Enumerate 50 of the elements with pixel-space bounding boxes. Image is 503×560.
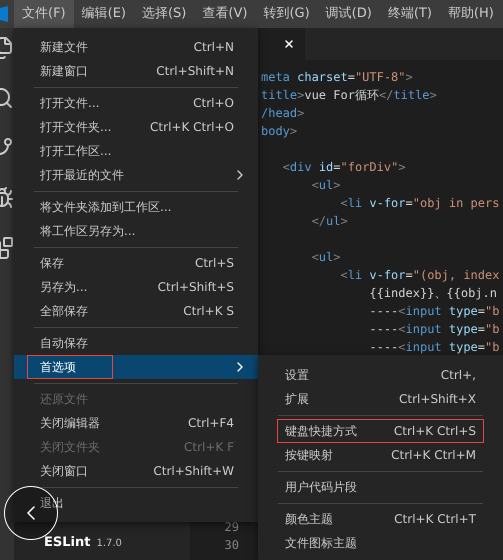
menu-bar-item[interactable]: 终端(T) bbox=[380, 0, 440, 28]
menu-item[interactable]: 文件图标主题 bbox=[277, 531, 484, 555]
menu-item[interactable]: 键盘快捷方式 Ctrl+K Ctrl+S bbox=[277, 419, 484, 443]
code-line: {{index}}、{{obj.n bbox=[368, 285, 497, 302]
code-line: <div id="forDiv"> bbox=[282, 159, 406, 176]
code-line: </ul> bbox=[310, 213, 348, 230]
menu-item[interactable]: 新建窗口 Ctrl+Shift+N bbox=[14, 59, 258, 83]
menu-item[interactable]: 另存为... Ctrl+Shift+S bbox=[14, 275, 258, 299]
code-line: meta charset="UTF-8"> bbox=[261, 69, 413, 86]
menu-item[interactable]: 打开文件夹... Ctrl+K Ctrl+O bbox=[14, 115, 258, 139]
menu-item[interactable]: 将文件夹添加到工作区... bbox=[14, 195, 258, 219]
menu-item[interactable]: 颜色主题 Ctrl+K Ctrl+T bbox=[277, 507, 484, 531]
menu-item[interactable]: 关闭编辑器 Ctrl+F4 bbox=[14, 411, 258, 435]
logo-icon bbox=[0, 6, 8, 22]
menu-item[interactable]: 全部保存 Ctrl+K S bbox=[14, 299, 258, 323]
code-line: ----<input type="b bbox=[368, 339, 500, 356]
menu-bar-item[interactable]: 文件(F) bbox=[14, 0, 74, 28]
menu-item[interactable]: 打开工作区... bbox=[14, 139, 258, 163]
menu-item[interactable]: 打开文件... Ctrl+O bbox=[14, 91, 258, 115]
code-line: <ul> bbox=[310, 177, 340, 194]
code-line: body> bbox=[261, 123, 298, 140]
code-line: ----<input type="b bbox=[368, 303, 500, 320]
code-line: <li v-for="obj in pers bbox=[339, 195, 500, 212]
menu-item[interactable]: 按键映射 Ctrl+K Ctrl+M bbox=[277, 443, 484, 467]
menu-item[interactable]: 将工作区另存为... bbox=[14, 219, 258, 243]
line-number: 30 bbox=[224, 537, 239, 554]
menu-item[interactable]: 设置 Ctrl+, bbox=[277, 363, 484, 387]
menu-item[interactable]: 保存 Ctrl+S bbox=[14, 251, 258, 275]
menu-item[interactable]: 新建文件 Ctrl+N bbox=[14, 35, 258, 59]
menu-item[interactable]: 用户代码片段 bbox=[277, 475, 484, 499]
code-line: <li v-for="(obj, index bbox=[339, 267, 500, 284]
line-number: 29 bbox=[224, 519, 239, 536]
menu-bar-item[interactable]: 帮助(H) bbox=[440, 0, 502, 28]
menu-bar-item[interactable]: 查看(V) bbox=[194, 0, 256, 28]
menu-item[interactable]: 打开最近的文件 bbox=[14, 163, 258, 187]
menu-bar-item[interactable]: 调试(D) bbox=[318, 0, 380, 28]
close-icon[interactable] bbox=[283, 38, 295, 50]
menu-bar-item[interactable]: 编辑(E) bbox=[74, 0, 134, 28]
menu-item[interactable]: 自动保存 bbox=[14, 331, 258, 355]
extension-name: ESLint bbox=[44, 534, 90, 552]
menu-bar-item[interactable]: 转到(G) bbox=[255, 0, 318, 28]
extension-version: 1.7.0 bbox=[96, 537, 122, 551]
menu-item[interactable]: 关闭窗口 Ctrl+Shift+W bbox=[14, 459, 258, 483]
code-line: title>vue For循环</title> bbox=[261, 87, 437, 104]
menu-item[interactable]: 首选项 bbox=[14, 355, 258, 379]
code-line: ----<input type="b bbox=[368, 321, 500, 338]
menu-bar-item[interactable]: 选择(S) bbox=[134, 0, 194, 28]
menu-item[interactable]: 扩展 Ctrl+Shift+X bbox=[277, 387, 484, 411]
code-line: <ul> bbox=[310, 249, 340, 266]
code-line: /head> bbox=[261, 105, 304, 122]
